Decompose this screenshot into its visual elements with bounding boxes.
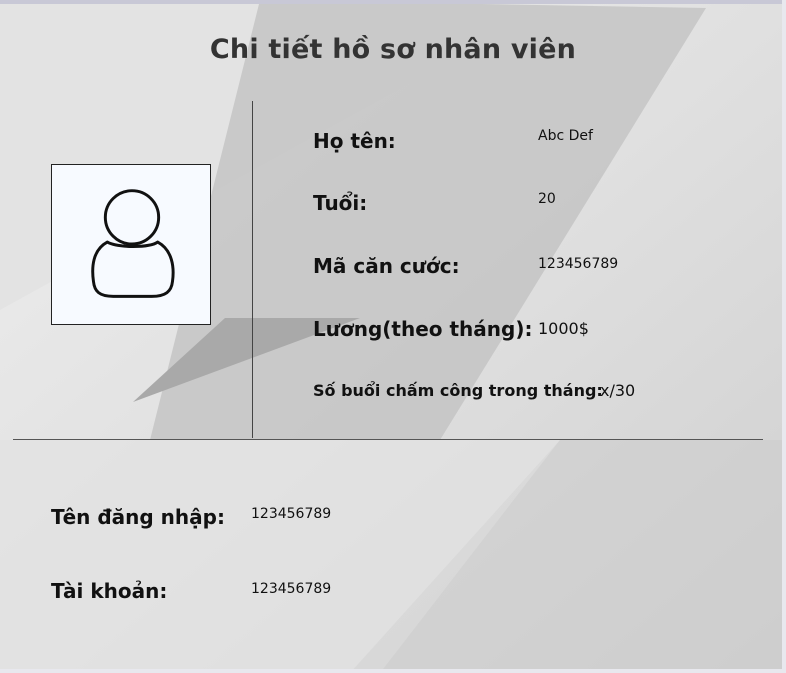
id-value: 123456789 (538, 256, 619, 272)
account-label: Tài khoản: (51, 579, 168, 603)
avatar (51, 164, 211, 325)
name-value: Abc Def (538, 128, 593, 144)
vertical-divider (252, 101, 253, 438)
user-icon (91, 189, 175, 298)
username-label: Tên đăng nhập: (51, 505, 225, 529)
account-value: 123456789 (251, 581, 332, 597)
salary-value: 1000$ (538, 319, 589, 338)
username-value: 123456789 (251, 506, 332, 522)
attendance-value: x/30 (600, 381, 636, 400)
id-label: Mã căn cước: (313, 254, 460, 278)
salary-label: Lương(theo tháng): (313, 317, 533, 341)
age-label: Tuổi: (313, 191, 368, 215)
horizontal-divider (13, 439, 763, 440)
attendance-label: Số buổi chấm công trong tháng: (313, 381, 603, 400)
name-label: Họ tên: (313, 129, 396, 153)
age-value: 20 (538, 191, 556, 207)
page-title: Chi tiết hồ sơ nhân viên (209, 34, 577, 65)
